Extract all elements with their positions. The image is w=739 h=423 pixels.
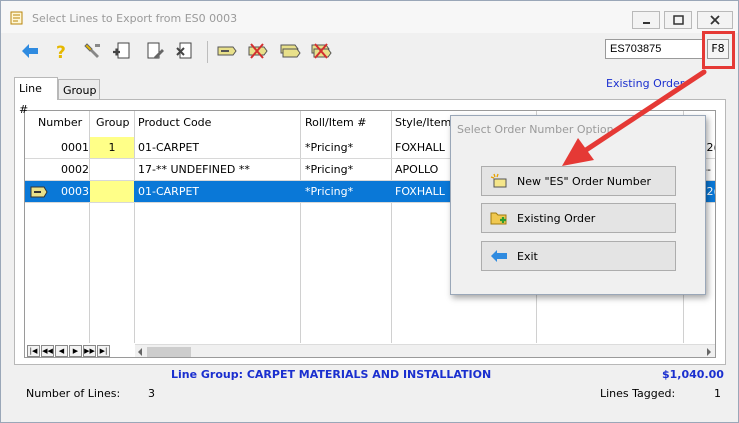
scroll-right-icon xyxy=(707,348,711,356)
existing-order-button[interactable]: Existing Order xyxy=(481,203,676,233)
tag-all-icon xyxy=(280,44,301,58)
lines-tagged-value: 1 xyxy=(714,387,721,400)
existing-order-option-label: Existing Order xyxy=(517,212,596,225)
f8-highlight-box xyxy=(702,31,735,69)
line-group-amount: $1,040.00 xyxy=(662,368,724,381)
order-number-option-dialog: Select Order Number Option New "ES" Orde… xyxy=(450,115,706,295)
tag-icon xyxy=(30,186,48,198)
new-es-order-button[interactable]: New "ES" Order Number xyxy=(481,166,676,196)
cell-group: 1 xyxy=(90,137,134,158)
header-style-item[interactable]: Style/Item xyxy=(395,111,451,135)
toolbar-separator xyxy=(207,41,208,63)
cell-number: 0003 xyxy=(61,185,89,198)
number-of-lines-value: 3 xyxy=(148,387,155,400)
tag-line-button[interactable] xyxy=(215,40,237,62)
tab-group[interactable]: Group xyxy=(58,79,100,99)
edit-document-icon xyxy=(147,42,164,59)
new-es-order-label: New "ES" Order Number xyxy=(517,175,651,188)
minimize-icon xyxy=(643,22,650,24)
help-button[interactable]: ? xyxy=(50,40,72,62)
add-document-icon xyxy=(113,42,130,59)
minimize-button[interactable] xyxy=(632,11,660,29)
lines-tagged-label: Lines Tagged: xyxy=(600,387,676,400)
dialog-title: Select Order Number Option xyxy=(457,123,614,136)
existing-order-label: Existing Order xyxy=(606,77,685,90)
last-record-button[interactable]: ▶| xyxy=(97,345,110,357)
prev-page-button[interactable]: ◀◀ xyxy=(41,345,54,357)
question-mark-icon: ? xyxy=(56,43,66,61)
new-star-icon xyxy=(490,173,507,188)
exit-button[interactable]: Exit xyxy=(481,241,676,271)
tag-icon xyxy=(217,46,237,56)
header-product-code[interactable]: Product Code xyxy=(138,111,211,135)
maximize-button[interactable] xyxy=(664,11,692,29)
scrollbar-thumb[interactable] xyxy=(147,347,191,357)
cell-style-item: FOXHALL xyxy=(395,141,445,154)
tag-all-button[interactable] xyxy=(279,40,301,62)
cell-roll-item: *Pricing* xyxy=(305,163,354,176)
exit-label: Exit xyxy=(517,250,538,263)
folder-add-icon xyxy=(490,212,507,225)
tools-button[interactable] xyxy=(82,40,104,62)
untag-all-button[interactable] xyxy=(310,40,332,62)
delete-document-icon xyxy=(176,42,192,59)
untag-icon xyxy=(248,43,268,59)
back-button[interactable] xyxy=(19,40,41,62)
maximize-icon xyxy=(673,15,684,25)
cell-roll-item: *Pricing* xyxy=(305,185,354,198)
arrow-left-icon xyxy=(22,44,38,58)
prev-record-button[interactable]: ◀ xyxy=(55,345,68,357)
arrow-left-icon xyxy=(491,250,507,262)
cell-number: 0002 xyxy=(61,163,89,176)
cell-product-code: 01-CARPET xyxy=(138,141,200,154)
tab-line-number[interactable]: Line # xyxy=(14,77,58,116)
cell-style-item: APOLLO xyxy=(395,163,439,176)
order-number-input[interactable] xyxy=(605,39,703,59)
next-page-button[interactable]: ▶▶ xyxy=(83,345,96,357)
cell-group: 1 xyxy=(90,181,134,202)
next-record-button[interactable]: ▶ xyxy=(69,345,82,357)
cell-style-item: FOXHALL xyxy=(395,185,445,198)
svg-text:?: ? xyxy=(56,43,66,61)
cell-product-code: 01-CARPET xyxy=(138,185,200,198)
window-title: Select Lines to Export from ES0 0003 xyxy=(32,12,238,25)
horizontal-scrollbar[interactable] xyxy=(135,344,715,357)
header-number[interactable]: Number xyxy=(38,111,82,135)
number-of-lines-label: Number of Lines: xyxy=(26,387,121,400)
delete-line-button[interactable] xyxy=(174,40,196,62)
cell-roll-item: *Pricing* xyxy=(305,141,354,154)
tools-icon xyxy=(84,43,100,58)
title-bar: Select Lines to Export from ES0 0003 xyxy=(1,1,738,33)
header-roll-item[interactable]: Roll/Item # xyxy=(305,111,366,135)
close-icon xyxy=(710,15,720,25)
close-button[interactable] xyxy=(697,11,733,29)
cell-number: 0001 xyxy=(61,141,89,154)
cell-group xyxy=(90,159,134,180)
cell-product-code: 17-** UNDEFINED ** xyxy=(138,163,250,176)
notepad-icon xyxy=(10,11,23,25)
edit-line-button[interactable] xyxy=(144,40,166,62)
scroll-left-icon xyxy=(138,348,142,356)
first-record-button[interactable]: |◀ xyxy=(27,345,40,357)
untag-all-icon xyxy=(311,43,332,59)
line-group-label: Line Group: CARPET MATERIALS AND INSTALL… xyxy=(171,368,492,381)
record-navigator: |◀ ◀◀ ◀ ▶ ▶▶ ▶| xyxy=(27,345,111,357)
main-window: Select Lines to Export from ES0 0003 ? E… xyxy=(0,0,739,423)
untag-line-button[interactable] xyxy=(246,40,268,62)
add-line-button[interactable] xyxy=(111,40,133,62)
header-group[interactable]: Group xyxy=(96,111,130,135)
